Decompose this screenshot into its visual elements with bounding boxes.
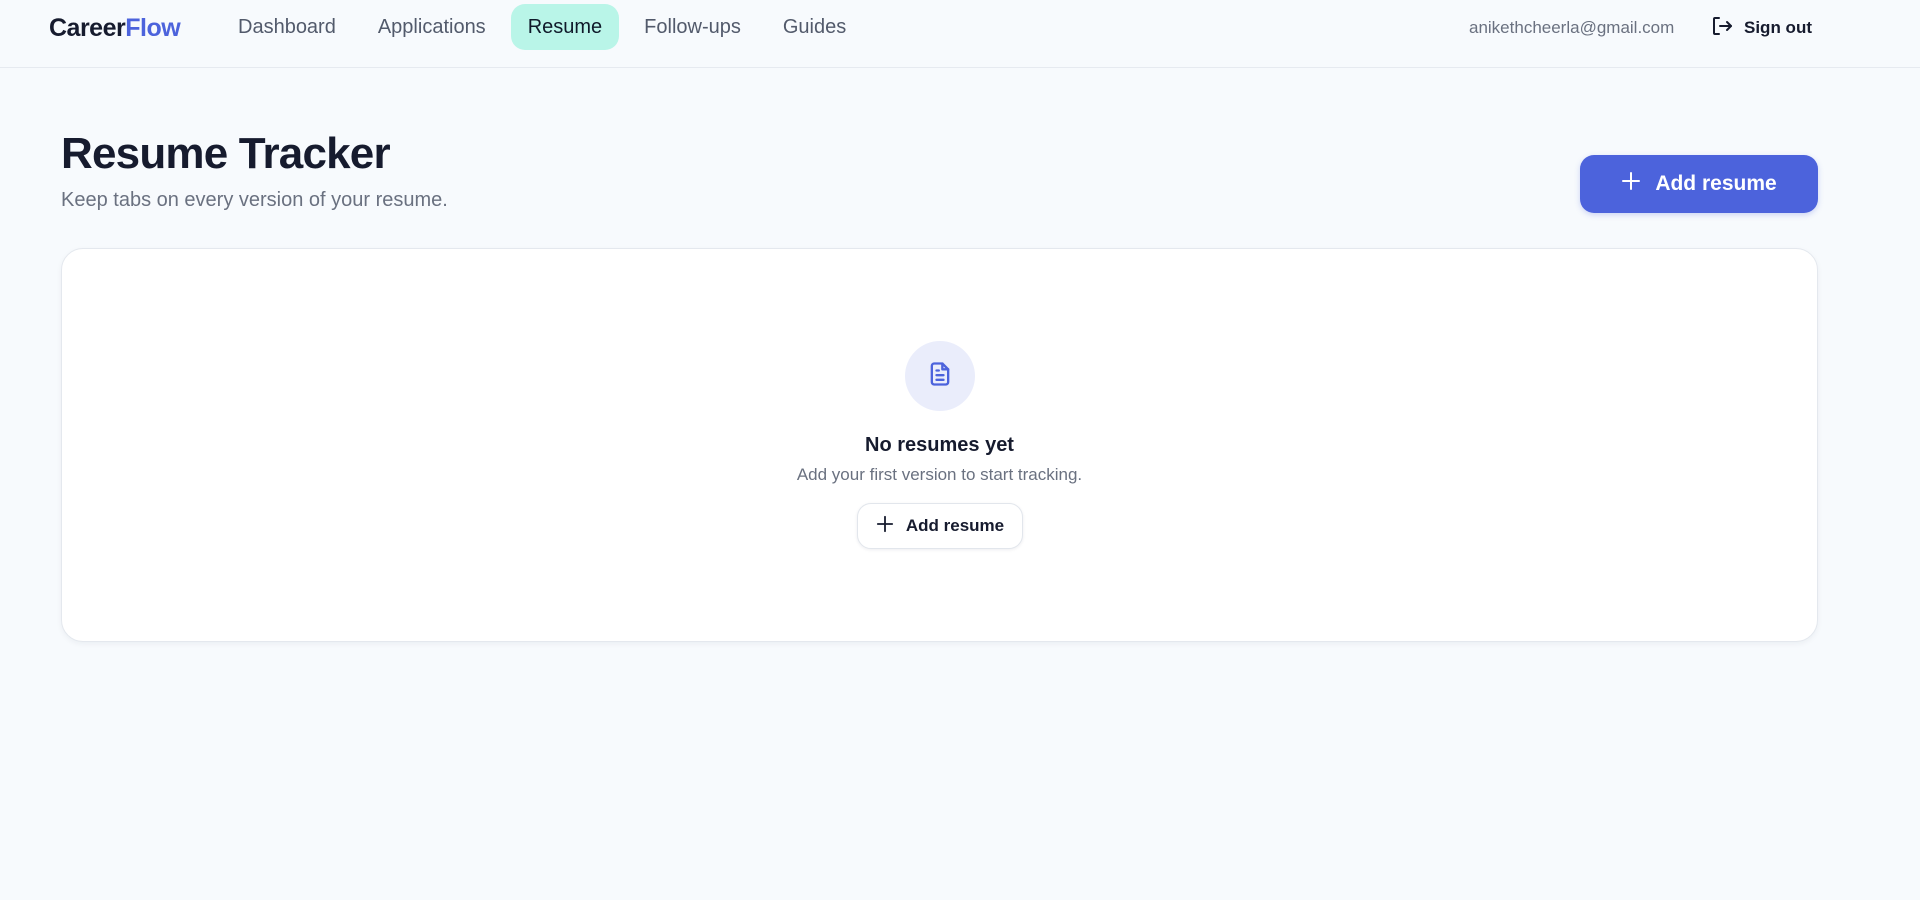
main-nav: Dashboard Applications Resume Follow-ups… [221, 4, 863, 50]
nav-item-applications[interactable]: Applications [361, 4, 503, 50]
add-resume-button[interactable]: Add resume [1580, 155, 1818, 213]
resume-list-card: No resumes yet Add your first version to… [61, 248, 1818, 642]
nav-item-resume[interactable]: Resume [510, 4, 620, 50]
nav-item-guides[interactable]: Guides [766, 4, 863, 50]
page-subtitle: Keep tabs on every version of your resum… [61, 189, 448, 211]
top-navigation-bar: CareerFlow Dashboard Applications Resume… [0, 0, 1920, 68]
brand-logo[interactable]: CareerFlow [49, 14, 181, 42]
document-icon [926, 360, 954, 393]
sign-out-icon [1710, 14, 1734, 43]
brand-logo-part-2: Flow [125, 14, 181, 42]
plus-icon [1621, 171, 1641, 197]
plus-icon [876, 515, 894, 538]
add-resume-button-label: Add resume [1655, 172, 1777, 195]
empty-state-description: Add your first version to start tracking… [796, 465, 1083, 484]
user-email: anikethcheerla@gmail.com [1469, 18, 1675, 37]
sign-out-label: Sign out [1744, 18, 1812, 37]
sign-out-button[interactable]: Sign out [1710, 12, 1812, 44]
empty-state-add-resume-label: Add resume [905, 516, 1005, 535]
nav-item-follow-ups[interactable]: Follow-ups [627, 4, 758, 50]
empty-state-title: No resumes yet [865, 434, 1014, 456]
nav-item-dashboard[interactable]: Dashboard [221, 4, 353, 50]
empty-state-icon-circle [905, 341, 975, 411]
empty-state-add-resume-button[interactable]: Add resume [857, 503, 1023, 549]
brand-logo-part-1: Career [49, 14, 126, 42]
page-title: Resume Tracker [61, 129, 391, 178]
